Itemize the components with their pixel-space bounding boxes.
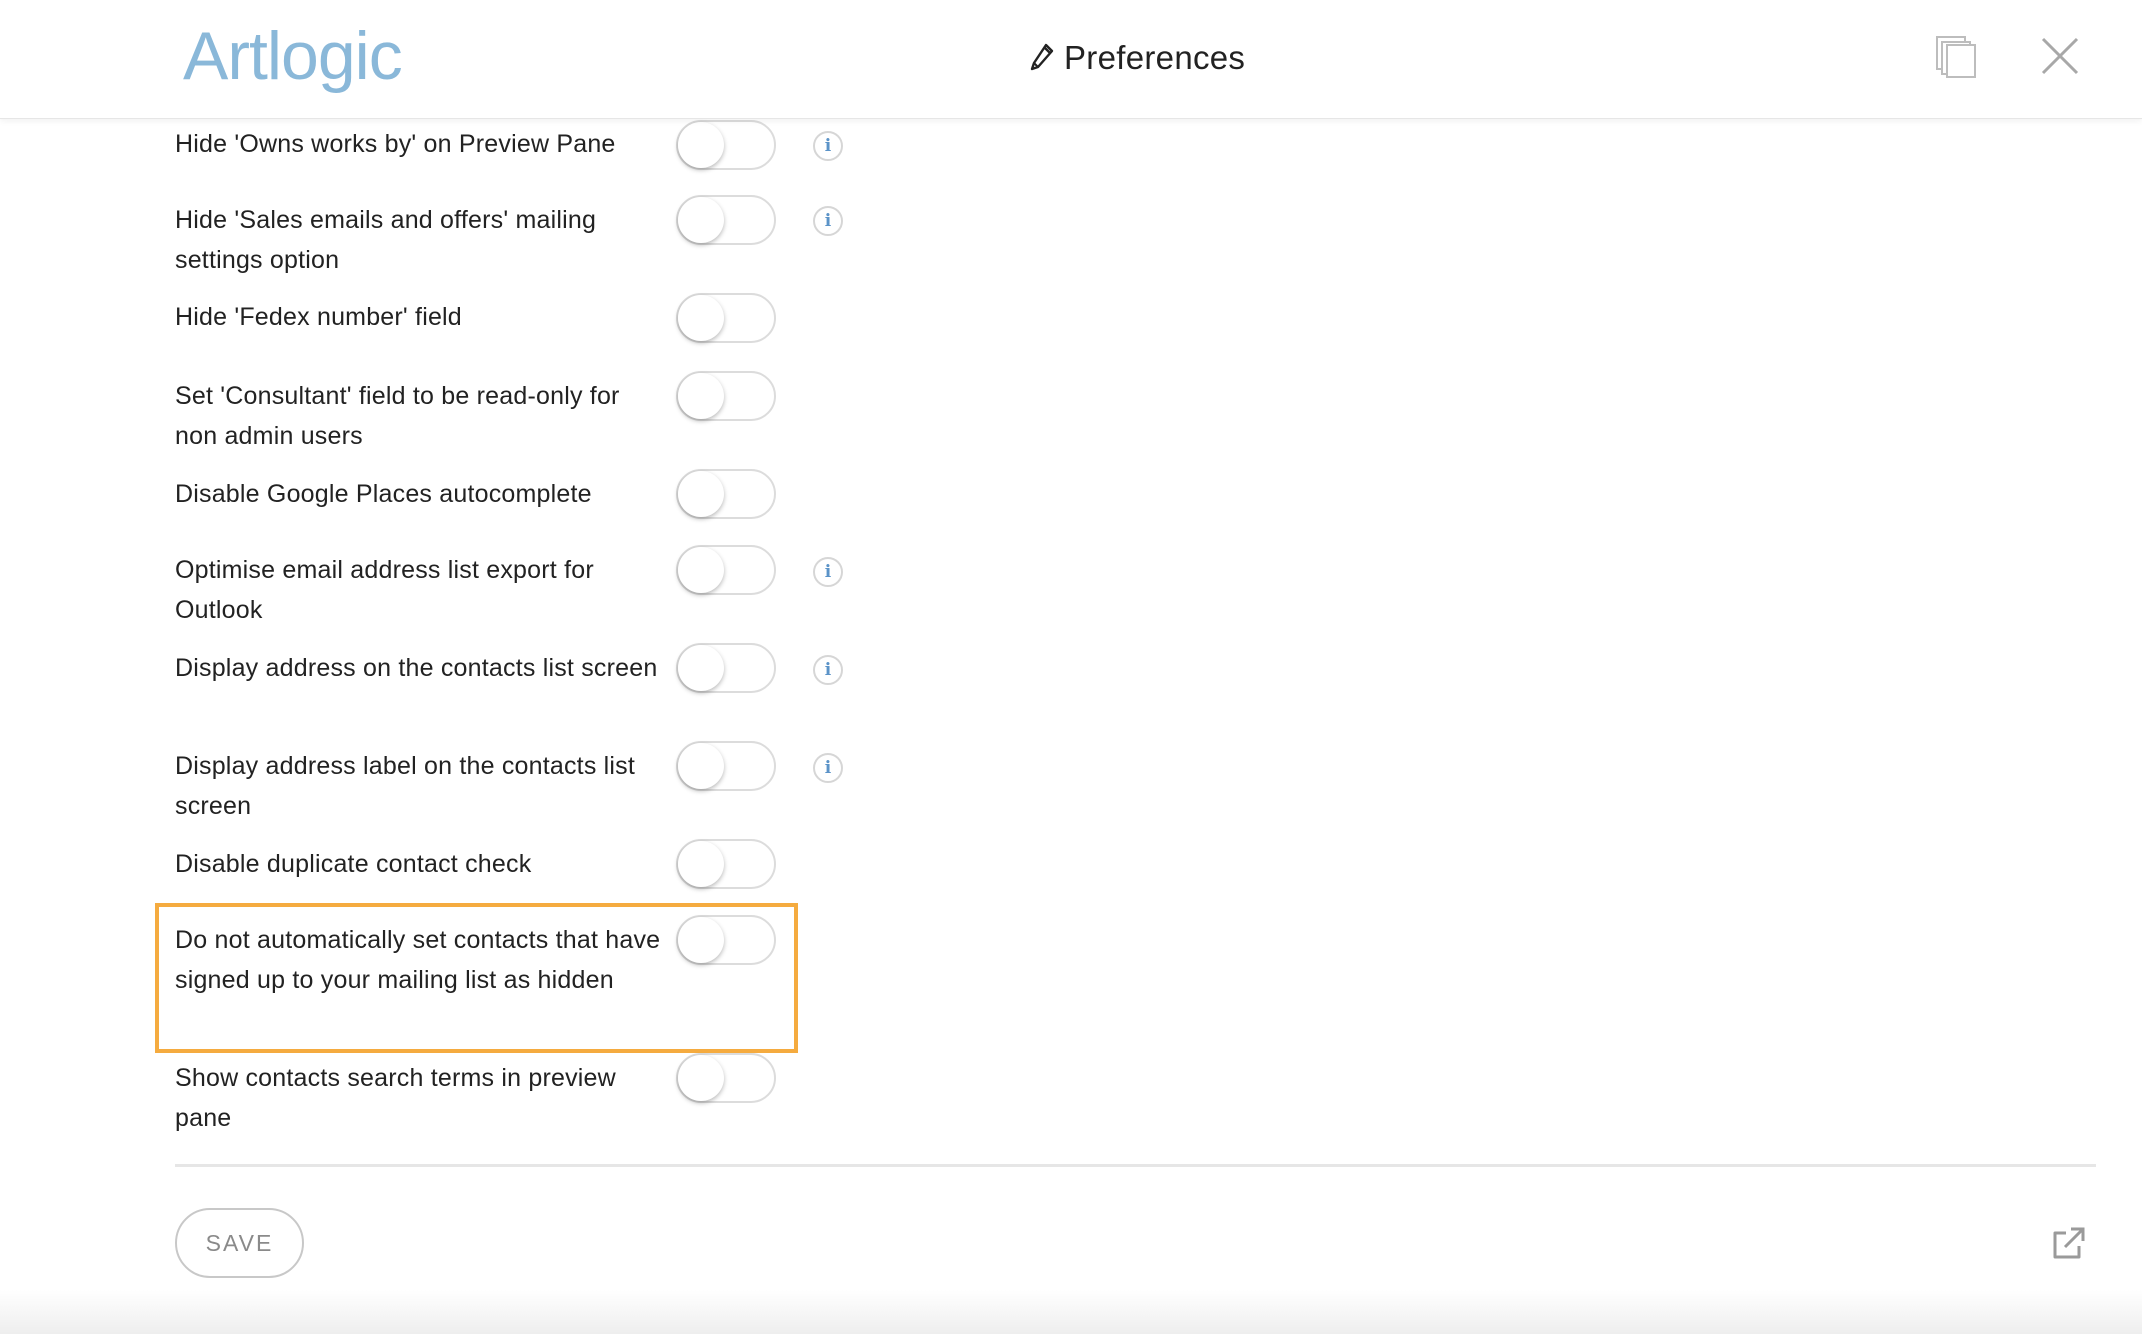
toggle-show-search-terms[interactable]: [676, 1053, 776, 1103]
toggle-knob: [678, 373, 724, 419]
artlogic-logo: Artlogic: [183, 18, 403, 94]
close-icon[interactable]: [2040, 36, 2080, 76]
toggle-consultant-read-only[interactable]: [676, 371, 776, 421]
setting-label-consultant-read-only: Set 'Consultant' field to be read-only f…: [175, 382, 620, 450]
bottom-shade: [0, 1290, 2142, 1334]
toggle-knob: [678, 645, 724, 691]
toggle-knob: [678, 1055, 724, 1101]
save-button[interactable]: SAVE: [175, 1208, 304, 1278]
setting-label-display-address: Display address on the contacts list scr…: [175, 654, 658, 682]
toggle-display-address[interactable]: [676, 643, 776, 693]
setting-label-show-search-terms: Show contacts search terms in preview pa…: [175, 1064, 616, 1132]
setting-label-disable-google-places: Disable Google Places autocomplete: [175, 480, 592, 508]
setting-label-mailing-list-hidden: Do not automatically set contacts that h…: [175, 926, 661, 994]
toggle-knob: [678, 547, 724, 593]
toggle-hide-sales-emails[interactable]: [676, 195, 776, 245]
toggle-knob: [678, 197, 724, 243]
info-icon-hide-owns-works-by[interactable]: i: [813, 131, 843, 161]
toggle-knob: [678, 917, 724, 963]
toggle-display-address-label[interactable]: [676, 741, 776, 791]
footer-divider: [175, 1164, 2096, 1167]
toggle-knob: [678, 295, 724, 341]
setting-label-hide-fedex-number: Hide 'Fedex number' field: [175, 303, 462, 331]
toggle-knob: [678, 122, 724, 168]
toggle-disable-duplicate-check[interactable]: [676, 839, 776, 889]
external-link-icon[interactable]: [2050, 1226, 2086, 1262]
preferences-window: Artlogic Preferences Hide 'Owns works by…: [0, 0, 2142, 1334]
toggle-disable-google-places[interactable]: [676, 469, 776, 519]
toggle-knob: [678, 471, 724, 517]
info-icon-display-address[interactable]: i: [813, 655, 843, 685]
page-title: Preferences: [1064, 39, 1246, 76]
info-icon-hide-sales-emails[interactable]: i: [813, 206, 843, 236]
title-group: Preferences: [1030, 34, 1245, 82]
toggle-mailing-list-hidden[interactable]: [676, 915, 776, 965]
toggle-knob: [678, 743, 724, 789]
toggle-optimise-email-export[interactable]: [676, 545, 776, 595]
copy-icon[interactable]: [1934, 34, 1978, 78]
setting-label-optimise-email-export: Optimise email address list export for O…: [175, 556, 594, 624]
toggle-hide-fedex-number[interactable]: [676, 293, 776, 343]
info-icon-display-address-label[interactable]: i: [813, 753, 843, 783]
toggle-hide-owns-works-by[interactable]: [676, 120, 776, 170]
toggle-knob: [678, 841, 724, 887]
setting-label-display-address-label: Display address label on the contacts li…: [175, 752, 636, 820]
setting-label-disable-duplicate-check: Disable duplicate contact check: [175, 850, 532, 878]
pencil-icon: [1030, 43, 1054, 73]
info-icon-optimise-email-export[interactable]: i: [813, 557, 843, 587]
header-bar: Artlogic Preferences: [0, 0, 2142, 119]
setting-label-hide-owns-works-by: Hide 'Owns works by' on Preview Pane: [175, 130, 616, 158]
setting-label-hide-sales-emails: Hide 'Sales emails and offers' mailing s…: [175, 206, 597, 274]
